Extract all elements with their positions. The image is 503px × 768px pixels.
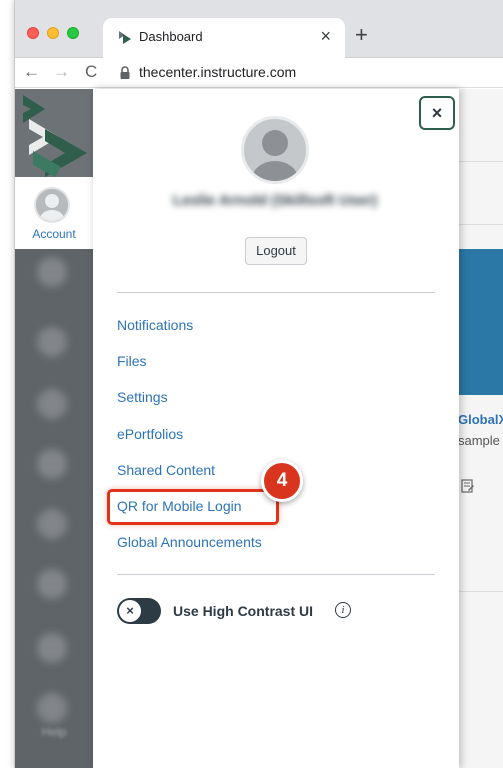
dashboard-background: GlobalX sample bbox=[455, 89, 503, 768]
user-avatar bbox=[241, 116, 309, 184]
qr-link-highlight bbox=[107, 489, 279, 525]
reload-icon[interactable]: C bbox=[85, 62, 97, 82]
calendar-nav-icon[interactable] bbox=[37, 449, 67, 479]
divider bbox=[455, 161, 503, 162]
back-arrow-icon[interactable]: ← bbox=[23, 62, 40, 82]
address-bar[interactable]: thecenter.instructure.com bbox=[139, 64, 296, 80]
inbox-nav-icon[interactable] bbox=[37, 509, 67, 539]
tab-strip: Dashboard × + bbox=[15, 0, 503, 58]
account-label: Account bbox=[32, 227, 76, 241]
canvas-favicon-icon bbox=[119, 31, 131, 44]
global-nav: Account Help bbox=[15, 89, 93, 768]
tab-dashboard[interactable]: Dashboard × bbox=[103, 18, 345, 58]
user-name: Leslie Arnold (Skillsoft User) bbox=[172, 192, 378, 209]
eportfolios-link[interactable]: ePortfolios bbox=[117, 426, 183, 442]
global-announcements-link[interactable]: Global Announcements bbox=[117, 534, 262, 550]
files-link[interactable]: Files bbox=[117, 353, 147, 369]
account-nav-item[interactable]: Account bbox=[15, 177, 93, 249]
lock-icon[interactable] bbox=[119, 66, 131, 80]
browser-window: Dashboard × + ← → C thecenter.instructur… bbox=[14, 0, 503, 768]
new-tab-button[interactable]: + bbox=[355, 24, 368, 46]
divider bbox=[455, 224, 503, 225]
close-tray-button[interactable]: × bbox=[419, 96, 455, 130]
dashboard-nav-icon[interactable] bbox=[37, 257, 67, 287]
high-contrast-label: Use High Contrast UI bbox=[173, 603, 314, 619]
notifications-link[interactable]: Notifications bbox=[117, 317, 193, 333]
brand-logo[interactable] bbox=[15, 89, 93, 177]
step-callout-badge: 4 bbox=[261, 460, 303, 502]
close-window-button[interactable] bbox=[27, 27, 39, 39]
groups-nav-icon[interactable] bbox=[37, 389, 67, 419]
info-icon[interactable]: i bbox=[335, 602, 351, 618]
settings-link[interactable]: Settings bbox=[117, 389, 168, 405]
logout-button[interactable]: Logout bbox=[245, 237, 307, 265]
commons-nav-icon[interactable] bbox=[37, 633, 67, 663]
shared-content-link[interactable]: Shared Content bbox=[117, 462, 215, 478]
course-card-subtitle: sample bbox=[458, 433, 500, 448]
maximize-window-button[interactable] bbox=[67, 27, 79, 39]
browser-toolbar: ← → C thecenter.instructure.com bbox=[15, 58, 503, 88]
assignment-icon[interactable] bbox=[461, 479, 475, 493]
minimize-window-button[interactable] bbox=[47, 27, 59, 39]
toggle-x-icon: × bbox=[118, 599, 142, 623]
course-card-title[interactable]: GlobalX bbox=[458, 412, 503, 427]
courses-nav-icon[interactable] bbox=[37, 327, 67, 357]
help-nav-icon[interactable] bbox=[37, 693, 67, 723]
tab-title: Dashboard bbox=[139, 29, 203, 44]
account-avatar-icon bbox=[34, 187, 70, 223]
course-card-image[interactable] bbox=[455, 249, 503, 395]
forward-arrow-icon[interactable]: → bbox=[53, 62, 70, 82]
help-label[interactable]: Help bbox=[15, 725, 93, 739]
account-tray: × Leslie Arnold (Skillsoft User) Logout … bbox=[93, 89, 459, 768]
divider bbox=[117, 574, 435, 575]
brand-chevron-icon bbox=[23, 95, 87, 177]
high-contrast-toggle[interactable]: × bbox=[117, 598, 161, 624]
divider bbox=[117, 292, 435, 293]
tab-close-icon[interactable]: × bbox=[320, 26, 331, 46]
history-nav-icon[interactable] bbox=[37, 569, 67, 599]
divider bbox=[455, 591, 503, 592]
